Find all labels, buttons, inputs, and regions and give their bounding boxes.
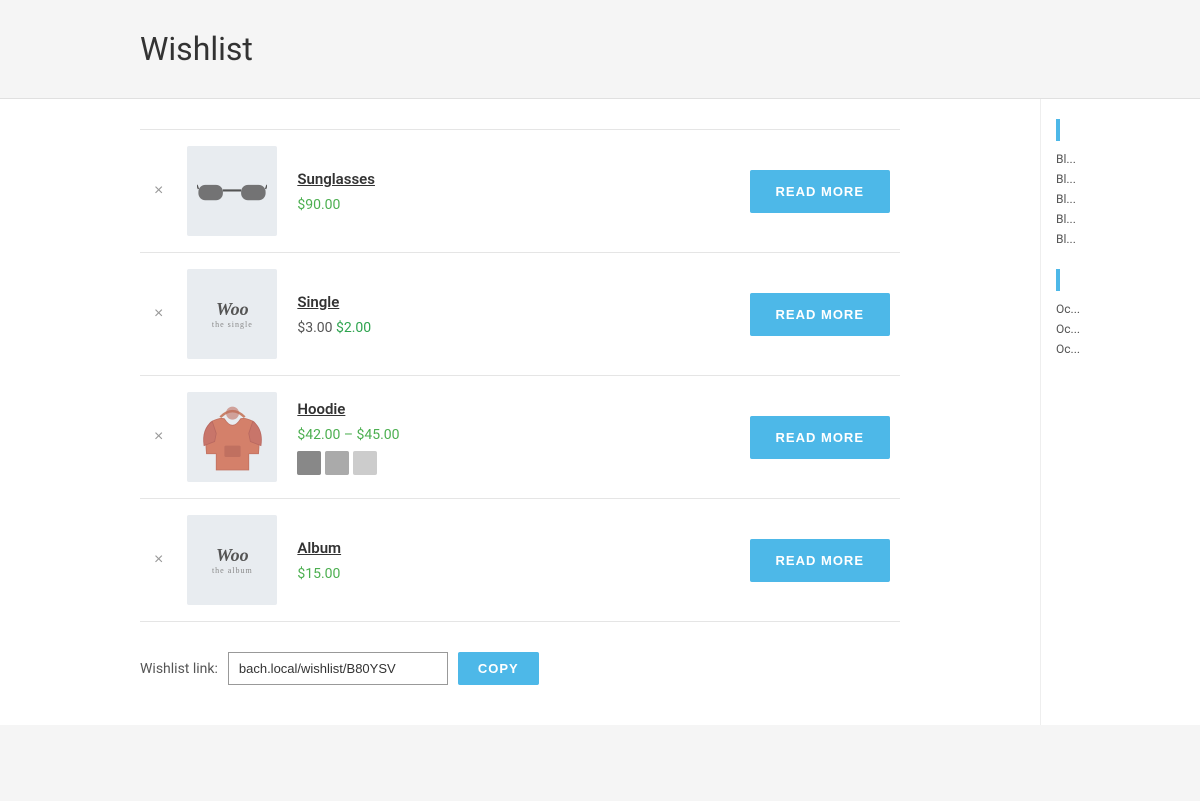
price-sale-single: $2.00 [336,320,371,336]
product-name-sunglasses[interactable]: Sunglasses [297,170,542,188]
color-swatches-hoodie [297,451,542,475]
remove-button-single[interactable]: × [150,302,167,326]
woo-text-album: Woo [216,545,249,566]
table-row: × [140,376,900,499]
woo-album-image: Woo the album [192,520,272,600]
woo-single-image: Woo the single [192,274,272,354]
wishlist-link-label: Wishlist link: [140,661,218,677]
sidebar-item-6[interactable]: Oc... [1056,299,1185,319]
product-name-hoodie[interactable]: Hoodie [297,400,542,418]
table-row: × Woo the album Album $15.00 [140,499,900,622]
sidebar: Bl... Bl... Bl... Bl... Bl... Oc... Oc..… [1040,99,1200,725]
product-price-album: $15.00 [297,566,340,582]
sidebar-item-8[interactable]: Oc... [1056,339,1185,359]
hoodie-svg [200,400,265,475]
remove-button-sunglasses[interactable]: × [150,179,167,203]
sidebar-section-recent: Bl... Bl... Bl... Bl... Bl... [1056,119,1185,249]
swatch-dark[interactable] [297,451,321,475]
content-area: × S [0,99,1040,725]
product-image-album: Woo the album [187,515,277,605]
sidebar-item-3[interactable]: Bl... [1056,189,1185,209]
product-price-single: $3.00 $2.00 [297,320,371,336]
sidebar-section-header-2 [1056,269,1185,291]
sidebar-section-2: Oc... Oc... Oc... [1056,269,1185,359]
product-name-album[interactable]: Album [297,539,542,557]
sunglasses-svg [197,169,267,214]
sidebar-item-2[interactable]: Bl... [1056,169,1185,189]
sidebar-section-header [1056,119,1185,141]
wishlist-link-section: Wishlist link: COPY [140,652,900,685]
table-row: × S [140,130,900,253]
sidebar-blue-bar-2 [1056,269,1060,291]
woo-subtext: the single [212,320,253,329]
swatch-light[interactable] [353,451,377,475]
page-header: Wishlist [0,0,1200,99]
wishlist-link-input[interactable] [228,652,448,685]
product-price-hoodie: $42.00 – $45.00 [297,427,399,443]
wishlist-table: × S [140,129,900,622]
copy-button[interactable]: COPY [458,652,539,685]
sidebar-item-1[interactable]: Bl... [1056,149,1185,169]
product-image-single: Woo the single [187,269,277,359]
read-more-button-album[interactable]: READ MORE [750,539,890,582]
sidebar-item-5[interactable]: Bl... [1056,229,1185,249]
product-name-single[interactable]: Single [297,293,542,311]
remove-button-album[interactable]: × [150,548,167,572]
main-layout: × S [0,99,1200,725]
read-more-button-single[interactable]: READ MORE [750,293,890,336]
woo-subtext-album: the album [212,566,253,575]
sidebar-item-7[interactable]: Oc... [1056,319,1185,339]
swatch-medium[interactable] [325,451,349,475]
product-image-hoodie [187,392,277,482]
remove-button-hoodie[interactable]: × [150,425,167,449]
sidebar-blue-bar [1056,119,1060,141]
product-price-sunglasses: $90.00 [297,197,340,213]
read-more-button-hoodie[interactable]: READ MORE [750,416,890,459]
read-more-button-sunglasses[interactable]: READ MORE [750,170,890,213]
sidebar-item-4[interactable]: Bl... [1056,209,1185,229]
page-title: Wishlist [140,30,1060,68]
product-image-sunglasses [187,146,277,236]
table-row: × Woo the single Single $3.00 [140,253,900,376]
price-original-single: $3.00 [297,320,336,336]
woo-text: Woo [216,299,249,320]
